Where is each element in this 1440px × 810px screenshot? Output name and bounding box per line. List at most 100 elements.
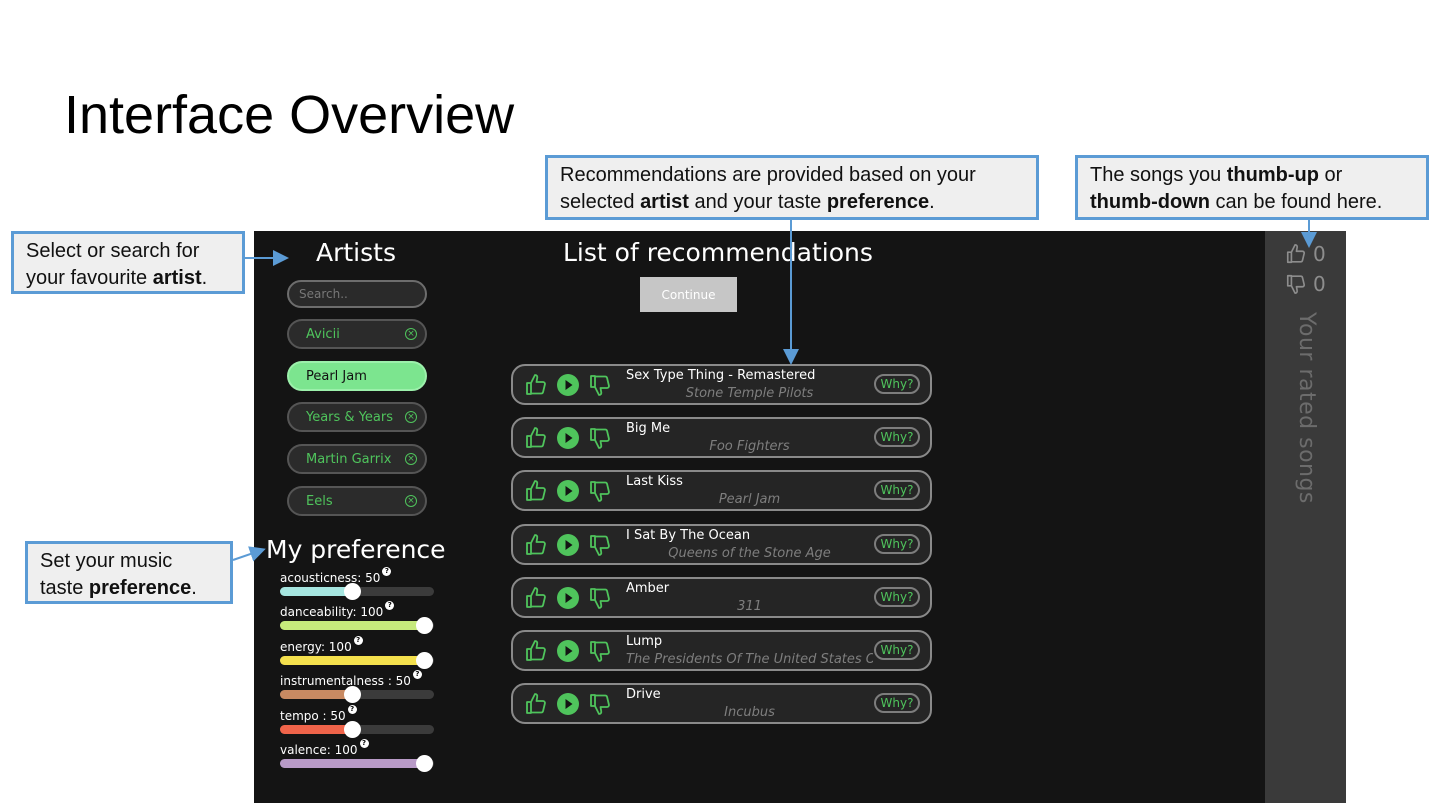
artist-name: Pearl Jam <box>306 368 367 384</box>
recommend-callout-mid: and your taste <box>688 191 827 213</box>
preference-label-text: instrumentalness : 50 <box>280 674 411 689</box>
slider-thumb[interactable] <box>343 720 361 738</box>
rated-callout-mid: or <box>1318 164 1343 186</box>
rated-callout: The songs you thumb-up or thumb-down can… <box>1075 155 1429 220</box>
slider-fill <box>280 655 425 665</box>
slider-thumb[interactable] <box>416 755 433 772</box>
rated-songs-label: Your rated songs <box>1294 312 1319 504</box>
thumbs-down-icon <box>1286 274 1306 294</box>
thumbs-up-icon[interactable] <box>524 373 548 397</box>
song-artist: Foo Fighters <box>709 439 790 455</box>
help-icon[interactable]: ? <box>353 635 363 645</box>
thumbs-down-icon[interactable] <box>588 479 612 503</box>
why-button[interactable]: Why? <box>874 533 920 554</box>
preference-slider[interactable] <box>280 720 434 738</box>
rated-callout-end: can be found here. <box>1209 191 1383 213</box>
thumbs-down-icon[interactable] <box>588 692 612 716</box>
play-icon[interactable] <box>556 426 580 450</box>
slider-thumb[interactable] <box>416 651 433 669</box>
thumbs-down-count[interactable]: 0 <box>1285 272 1326 296</box>
song-title: Amber <box>626 580 670 596</box>
slide-title: Interface Overview <box>64 85 515 145</box>
why-button[interactable]: Why? <box>874 427 920 448</box>
slider-fill <box>280 759 425 768</box>
artist-pill[interactable]: Pearl Jam <box>287 361 427 391</box>
help-icon[interactable]: ? <box>347 704 357 714</box>
thumbs-up-count[interactable]: 0 <box>1285 242 1326 266</box>
thumbs-up-icon[interactable] <box>524 479 548 503</box>
why-button[interactable]: Why? <box>874 586 920 607</box>
rec-actions <box>524 692 612 716</box>
song-artist: Stone Temple Pilots <box>685 386 814 401</box>
recommend-callout-bold-preference: preference <box>826 191 930 213</box>
why-button[interactable]: Why? <box>874 693 920 714</box>
thumbs-up-icon[interactable] <box>524 426 548 450</box>
song-artist: Queens of the Stone Age <box>668 545 831 561</box>
artist-pill[interactable]: Martin Garrix × <box>287 444 427 474</box>
recommend-callout-end: . <box>929 191 935 213</box>
rec-actions <box>524 426 612 450</box>
play-icon[interactable] <box>556 639 580 663</box>
why-button[interactable]: Why? <box>874 480 920 501</box>
remove-artist-icon[interactable]: × <box>405 453 417 465</box>
rated-callout-bold-up: thumb-up <box>1226 164 1319 186</box>
thumbs-down-icon[interactable] <box>588 426 612 450</box>
preference-slider[interactable] <box>280 686 434 704</box>
help-icon[interactable]: ? <box>412 670 422 680</box>
preference-slider[interactable] <box>280 651 434 669</box>
play-icon[interactable] <box>556 692 580 716</box>
help-icon[interactable]: ? <box>385 601 395 611</box>
artist-pill[interactable]: Eels × <box>287 486 427 516</box>
help-icon[interactable]: ? <box>382 567 392 576</box>
slider-thumb[interactable] <box>343 583 361 600</box>
recommend-callout-bold-artist: artist <box>640 191 689 213</box>
artist-pill[interactable]: Years & Years × <box>287 402 427 432</box>
slider-fill <box>280 587 353 596</box>
play-icon[interactable] <box>556 533 580 557</box>
preference-label-text: acousticness: 50 <box>280 571 381 585</box>
preference-slider[interactable] <box>280 617 434 635</box>
rated-callout-text: The songs you <box>1090 164 1227 186</box>
why-button[interactable]: Why? <box>874 374 920 394</box>
artist-search-input[interactable] <box>287 280 427 308</box>
recommendation-row: Big Me Foo Fighters Why? <box>511 417 932 459</box>
play-icon[interactable] <box>556 479 580 503</box>
why-button[interactable]: Why? <box>874 640 920 660</box>
artist-pill[interactable]: Avicii × <box>287 319 427 349</box>
song-artist: The Presidents Of The United States Of A… <box>626 652 873 667</box>
preference-label-text: danceability: 100 <box>280 605 384 620</box>
thumbs-down-icon[interactable] <box>588 373 612 397</box>
remove-artist-icon[interactable]: × <box>405 328 417 340</box>
remove-artist-icon[interactable]: × <box>405 495 417 507</box>
preference-label-text: energy: 100 <box>280 639 352 654</box>
thumbs-up-icon[interactable] <box>524 692 548 716</box>
slider-fill <box>280 724 353 734</box>
preference-heading: My preference <box>266 535 446 564</box>
thumbs-down-icon[interactable] <box>588 533 612 557</box>
recommendation-row: I Sat By The Ocean Queens of the Stone Ag… <box>511 523 932 565</box>
recommendation-row: Last Kiss Pearl Jam Why? <box>511 470 932 512</box>
preference-callout-end: . <box>191 577 197 599</box>
thumbs-down-icon[interactable] <box>588 586 612 610</box>
song-title: Last Kiss <box>626 474 683 490</box>
play-icon[interactable] <box>556 586 580 610</box>
preference-slider[interactable] <box>280 755 434 772</box>
slider-fill <box>280 621 425 631</box>
recommendations-heading: List of recommendations <box>563 238 873 267</box>
preference-slider[interactable] <box>280 583 434 600</box>
help-icon[interactable]: ? <box>359 739 369 748</box>
preference-label: acousticness: 50? <box>280 567 392 585</box>
song-title: Lump <box>626 634 663 649</box>
preference-callout-bold: preference <box>88 577 192 599</box>
continue-button[interactable]: Continue <box>640 277 737 312</box>
song-title: I Sat By The Ocean <box>626 527 751 543</box>
remove-artist-icon[interactable]: × <box>405 411 417 423</box>
thumbs-up-icon[interactable] <box>524 639 548 663</box>
artist-callout: Select or search for your favourite arti… <box>11 231 245 294</box>
play-icon[interactable] <box>556 373 580 397</box>
thumbs-down-icon[interactable] <box>588 639 612 663</box>
artist-callout-bold: artist <box>152 267 202 289</box>
thumbs-up-icon[interactable] <box>524 586 548 610</box>
thumbs-up-icon[interactable] <box>524 533 548 557</box>
slider-thumb[interactable] <box>343 686 361 704</box>
